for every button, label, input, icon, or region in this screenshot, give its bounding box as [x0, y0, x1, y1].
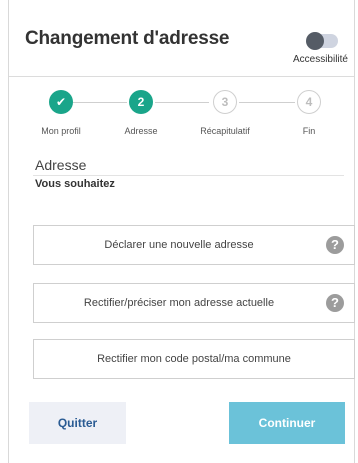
section-divider [33, 175, 344, 176]
step-connector [155, 102, 209, 103]
page-frame: Changement d'adresse Accessibilité ✔ 2 3… [8, 0, 355, 463]
step-connector [239, 102, 295, 103]
step-1-label: Mon profil [41, 126, 81, 136]
section-title: Adresse [35, 157, 87, 173]
page-title: Changement d'adresse [25, 28, 230, 49]
option-correct-postcode[interactable]: Rectifier mon code postal/ma commune [33, 339, 355, 379]
quit-button[interactable]: Quitter [29, 402, 126, 444]
option-label: Déclarer une nouvelle adresse [104, 239, 254, 251]
step-connector [73, 102, 127, 103]
section-subtitle: Vous souhaitez [35, 178, 115, 190]
progress-stepper: ✔ 2 3 4 Mon profil Adresse Récapitulatif… [9, 90, 356, 140]
toggle-knob [306, 32, 324, 50]
step-1-check-icon: ✔ [49, 90, 73, 114]
continue-button[interactable]: Continuer [229, 402, 345, 444]
option-correct-address[interactable]: Rectifier/préciser mon adresse actuelle … [33, 283, 355, 323]
accessibility-label: Accessibilité [292, 54, 348, 65]
step-3-label: Récapitulatif [200, 126, 250, 136]
question-icon[interactable]: ? [326, 294, 344, 312]
step-2-circle: 2 [129, 90, 153, 114]
step-4-label: Fin [302, 126, 316, 136]
step-2-label: Adresse [124, 126, 158, 136]
question-icon[interactable]: ? [326, 236, 344, 254]
option-new-address[interactable]: Déclarer une nouvelle adresse ? [33, 225, 355, 265]
option-label: Rectifier mon code postal/ma commune [97, 353, 291, 365]
option-label: Rectifier/préciser mon adresse actuelle [83, 297, 275, 309]
step-4-circle: 4 [297, 90, 321, 114]
step-3-circle: 3 [213, 90, 237, 114]
accessibility-toggle[interactable] [306, 32, 338, 50]
header-bar: Changement d'adresse Accessibilité [9, 0, 354, 77]
